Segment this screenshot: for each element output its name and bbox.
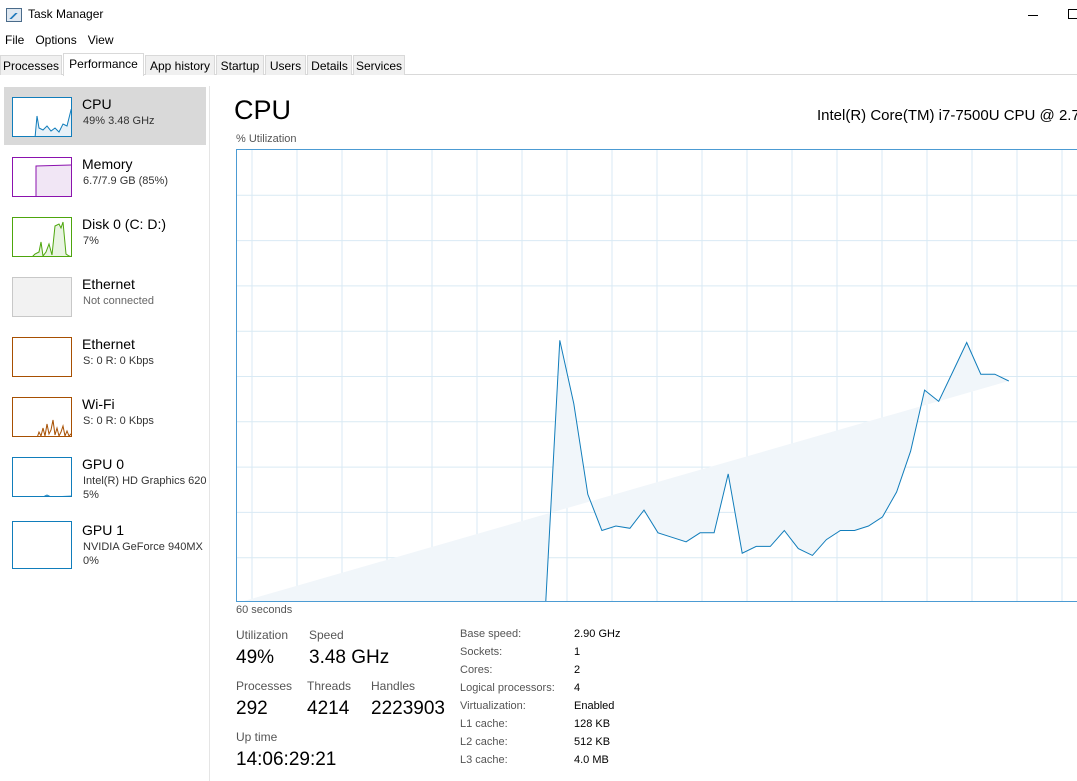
tab-app-history[interactable]: App history — [145, 55, 215, 75]
sidebar-item-detail: S: 0 R: 0 Kbps — [83, 415, 154, 427]
sidebar-item-label: Memory — [82, 156, 133, 172]
tab-bar: Processes Performance App history Startu… — [0, 53, 1077, 76]
speed-value: 3.48 GHz — [309, 647, 390, 668]
info-value-base-speed: 2.90 GHz — [574, 628, 621, 640]
speed-label: Speed — [309, 628, 344, 642]
utilization-label: Utilization — [236, 628, 289, 642]
sidebar-item-label: GPU 0 — [82, 456, 125, 472]
title-bar: Task Manager — [0, 0, 1077, 30]
threads-value: 4214 — [307, 698, 350, 719]
sidebar-item-gpu1[interactable]: GPU 1 NVIDIA GeForce 940MX 0% — [4, 513, 206, 571]
menu-view[interactable]: View — [83, 30, 120, 50]
memory-thumbnail-graph — [12, 157, 72, 197]
sidebar-item-memory[interactable]: Memory 6.7/7.9 GB (85%) — [4, 147, 206, 205]
sidebar-item-gpu0[interactable]: GPU 0 Intel(R) HD Graphics 620 5% — [4, 447, 207, 505]
tab-users[interactable]: Users — [265, 55, 306, 75]
threads-label: Threads — [307, 679, 352, 693]
sidebar-item-usage: 0% — [83, 555, 99, 567]
info-key-virtualization: Virtualization: — [460, 700, 526, 712]
utilization-axis-label: % Utilization — [236, 133, 297, 145]
sidebar-item-detail: 49% 3.48 GHz — [83, 115, 155, 127]
gpu1-thumbnail-graph — [12, 521, 72, 569]
menu-file[interactable]: File — [0, 30, 30, 50]
cpu-utilization-area — [243, 340, 1009, 601]
cpu-thumbnail-graph — [12, 97, 72, 137]
sidebar-item-detail: S: 0 R: 0 Kbps — [83, 355, 154, 367]
sidebar-item-label: Disk 0 (C: D:) — [82, 216, 166, 232]
info-value-l3-cache: 4.0 MB — [574, 754, 609, 766]
cpu-model-name: Intel(R) Core(TM) i7-7500U CPU @ 2.7 — [817, 107, 1077, 124]
window-title: Task Manager — [28, 7, 104, 21]
sidebar-item-label: Ethernet — [82, 336, 135, 352]
info-key-cores: Cores: — [460, 664, 493, 676]
info-value-virtualization: Enabled — [574, 700, 615, 712]
sidebar-item-label: GPU 1 — [82, 522, 125, 538]
sidebar-item-detail: 7% — [83, 235, 99, 247]
info-key-l3-cache: L3 cache: — [460, 754, 508, 766]
tab-services[interactable]: Services — [353, 55, 405, 75]
info-key-l2-cache: L2 cache: — [460, 736, 508, 748]
sidebar-item-ethernet-disconnected[interactable]: Ethernet Not connected — [4, 267, 206, 325]
uptime-label: Up time — [236, 730, 278, 744]
info-value-logical-processors: 4 — [574, 682, 581, 694]
tab-performance[interactable]: Performance — [63, 53, 144, 76]
sidebar-item-detail: Intel(R) HD Graphics 620 — [83, 475, 207, 487]
sidebar-item-detail: Not connected — [83, 295, 154, 307]
disk-thumbnail-graph — [12, 217, 72, 257]
handles-value: 2223903 — [371, 698, 445, 719]
gpu0-thumbnail-graph — [12, 457, 72, 497]
sidebar-item-disk[interactable]: Disk 0 (C: D:) 7% — [4, 207, 206, 265]
tab-startup[interactable]: Startup — [216, 55, 264, 75]
ethernet-thumbnail-graph — [12, 277, 72, 317]
info-key-base-speed: Base speed: — [460, 628, 522, 640]
uptime-value: 14:06:29:21 — [236, 749, 337, 770]
info-value-sockets: 1 — [574, 646, 581, 658]
minimize-icon[interactable] — [1026, 4, 1040, 24]
cpu-utilization-chart — [237, 150, 1077, 601]
menu-options[interactable]: Options — [30, 30, 82, 50]
processes-value: 292 — [236, 698, 268, 719]
utilization-value: 49% — [236, 647, 275, 668]
sidebar-item-label: Wi-Fi — [82, 396, 115, 412]
sidebar-item-cpu[interactable]: CPU 49% 3.48 GHz — [4, 87, 206, 145]
menu-bar: File Options View — [0, 30, 120, 50]
tab-details[interactable]: Details — [307, 55, 352, 75]
sidebar-item-label: Ethernet — [82, 276, 135, 292]
info-key-logical-processors: Logical processors: — [460, 682, 555, 694]
maximize-icon[interactable] — [1068, 9, 1077, 19]
sidebar-item-label: CPU — [82, 96, 112, 112]
sidebar-item-usage: 5% — [83, 489, 99, 501]
info-key-l1-cache: L1 cache: — [460, 718, 508, 730]
task-manager-icon — [6, 8, 22, 22]
page-title: CPU — [234, 95, 292, 125]
ethernet-thumbnail-graph — [12, 337, 72, 377]
handles-label: Handles — [371, 679, 416, 693]
processes-label: Processes — [236, 679, 293, 693]
sidebar-item-detail: NVIDIA GeForce 940MX — [83, 541, 203, 553]
time-axis-label: 60 seconds — [236, 604, 293, 616]
info-value-l2-cache: 512 KB — [574, 736, 611, 748]
cpu-utilization-graph — [236, 149, 1077, 602]
wifi-thumbnail-graph — [12, 397, 72, 437]
tab-processes[interactable]: Processes — [0, 55, 62, 75]
info-value-cores: 2 — [574, 664, 581, 676]
resource-sidebar: CPU 49% 3.48 GHz Memory 6.7/7.9 GB (85%)… — [0, 86, 210, 781]
info-value-l1-cache: 128 KB — [574, 718, 611, 730]
sidebar-item-detail: 6.7/7.9 GB (85%) — [83, 175, 168, 187]
sidebar-item-wifi[interactable]: Wi-Fi S: 0 R: 0 Kbps — [4, 387, 206, 445]
info-key-sockets: Sockets: — [460, 646, 503, 658]
sidebar-item-ethernet[interactable]: Ethernet S: 0 R: 0 Kbps — [4, 327, 206, 385]
